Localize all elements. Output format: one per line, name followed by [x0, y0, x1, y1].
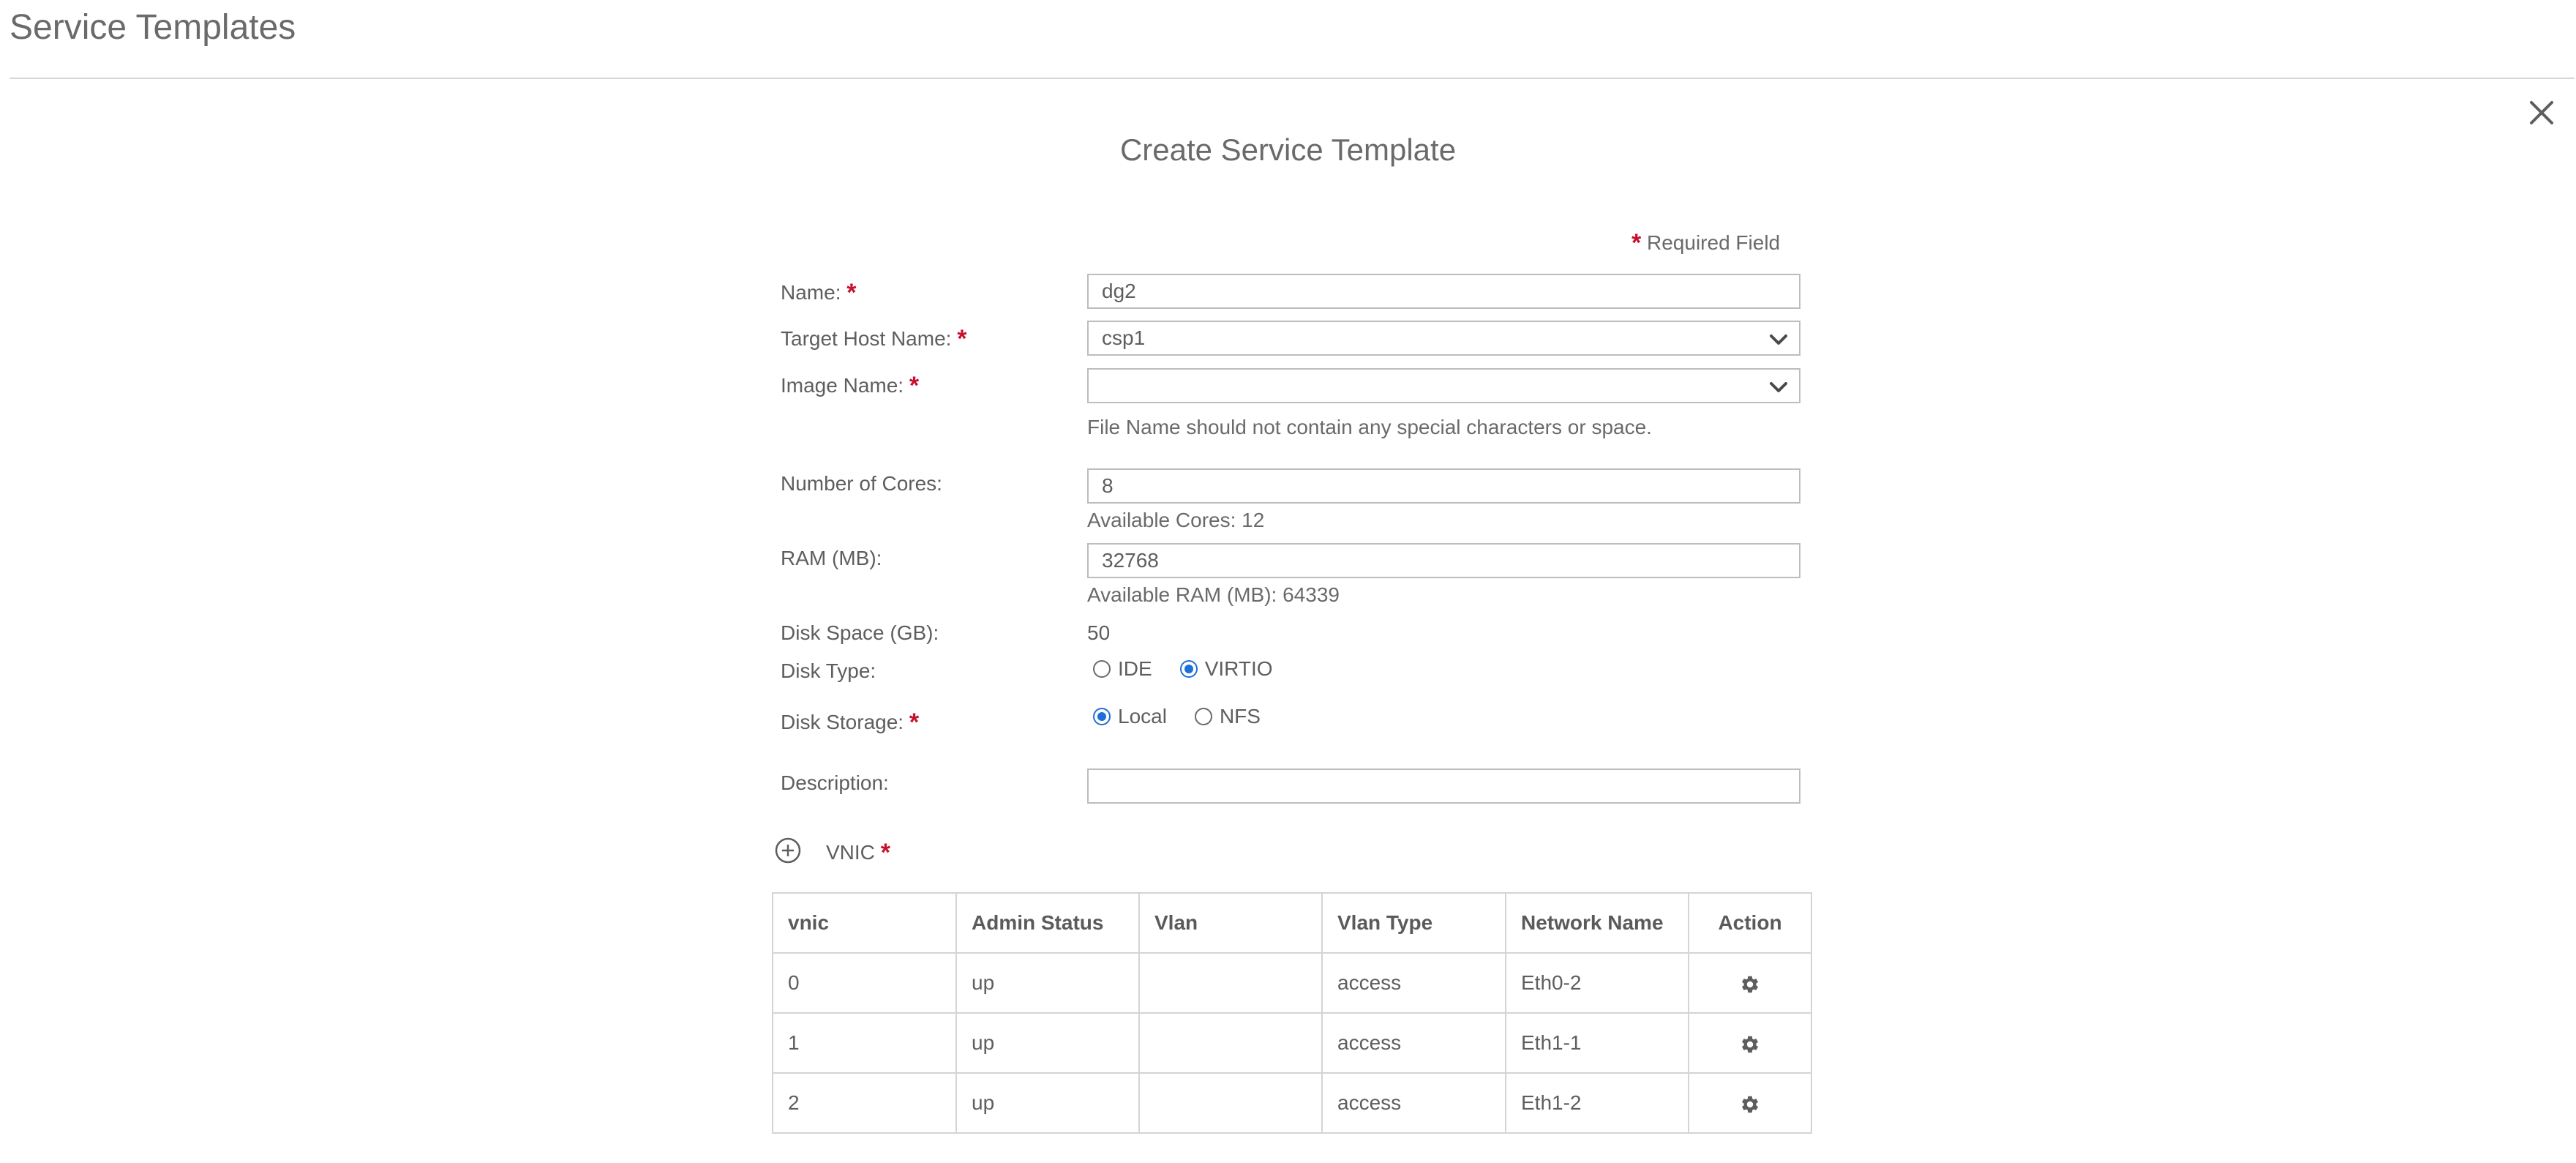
disk-type-label: Disk Type:: [781, 659, 876, 682]
chevron-down-icon: [1770, 382, 1787, 392]
gear-icon[interactable]: [1740, 1034, 1760, 1055]
vnic-table-header: vnic Admin Status Vlan Vlan Type Network…: [772, 892, 1812, 954]
cell-vlan-type: access: [1321, 1012, 1506, 1074]
description-label: Description:: [781, 771, 889, 794]
plus-circle-icon[interactable]: [774, 837, 802, 864]
gear-icon[interactable]: [1740, 1094, 1760, 1115]
col-vlan-type: Vlan Type: [1321, 892, 1506, 954]
vnic-table: vnic Admin Status Vlan Vlan Type Network…: [772, 892, 1812, 1134]
disk-storage-nfs-option[interactable]: NFS: [1194, 705, 1261, 728]
required-star: *: [1631, 229, 1642, 257]
cell-network-name: Eth0-2: [1505, 952, 1689, 1014]
gear-icon[interactable]: [1740, 974, 1760, 995]
cores-input[interactable]: 8: [1087, 468, 1800, 504]
page-title: Service Templates: [10, 8, 296, 47]
description-input[interactable]: [1087, 769, 1800, 804]
disk-space-label: Disk Space (GB):: [781, 621, 939, 644]
cell-action: [1688, 952, 1812, 1014]
disk-storage-nfs-label: NFS: [1219, 705, 1261, 728]
col-vlan: Vlan: [1138, 892, 1323, 954]
cell-network-name: Eth1-1: [1505, 1012, 1689, 1074]
radio-ide[interactable]: [1093, 660, 1111, 678]
cell-admin-status: up: [955, 952, 1140, 1014]
image-name-hint: File Name should not contain any special…: [1087, 416, 1652, 438]
disk-space-value: 50: [1087, 621, 1111, 644]
col-action: Action: [1688, 892, 1812, 954]
image-name-select[interactable]: [1087, 368, 1800, 403]
col-admin-status: Admin Status: [955, 892, 1140, 954]
target-host-select[interactable]: csp1: [1087, 321, 1800, 356]
cell-vnic: 2: [772, 1072, 957, 1134]
cell-vlan-type: access: [1321, 952, 1506, 1014]
ram-input[interactable]: 32768: [1087, 543, 1800, 578]
disk-storage-label: Disk Storage: *: [781, 708, 920, 736]
target-host-value: csp1: [1102, 326, 1146, 349]
table-row: 0 up access Eth0-2: [772, 952, 1812, 1014]
available-ram: Available RAM (MB): 64339: [1087, 583, 1340, 606]
disk-type-radio-group: IDE VIRTIO: [1093, 659, 1292, 679]
cell-action: [1688, 1072, 1812, 1134]
required-field-note: * Required Field: [1631, 231, 1780, 255]
available-cores: Available Cores: 12: [1087, 509, 1265, 531]
disk-storage-radio-group: Local NFS: [1093, 706, 1280, 727]
cell-vlan-type: access: [1321, 1072, 1506, 1134]
disk-type-ide-option[interactable]: IDE: [1093, 659, 1152, 679]
chevron-down-icon: [1770, 334, 1787, 345]
radio-nfs[interactable]: [1194, 708, 1212, 725]
cell-network-name: Eth1-2: [1505, 1072, 1689, 1134]
required-field-text: Required Field: [1647, 231, 1781, 254]
cell-vlan: [1138, 1072, 1323, 1134]
cell-vlan: [1138, 1012, 1323, 1074]
cell-action: [1688, 1012, 1812, 1074]
cell-admin-status: up: [955, 1012, 1140, 1074]
disk-type-virtio-label: VIRTIO: [1204, 657, 1273, 680]
cell-vlan: [1138, 952, 1323, 1014]
cell-vnic: 0: [772, 952, 957, 1014]
dialog-title: Create Service Template: [1119, 132, 1457, 167]
cores-label: Number of Cores:: [781, 472, 942, 495]
name-label: Name: *: [781, 279, 857, 307]
cell-admin-status: up: [955, 1072, 1140, 1134]
vnic-label: VNIC *: [826, 839, 890, 867]
table-row: 1 up access Eth1-1: [772, 1012, 1812, 1074]
ram-label: RAM (MB):: [781, 547, 882, 569]
name-input[interactable]: dg2: [1087, 274, 1800, 309]
cell-vnic: 1: [772, 1012, 957, 1074]
radio-local[interactable]: [1093, 708, 1111, 725]
close-icon[interactable]: [2526, 97, 2558, 129]
disk-storage-local-option[interactable]: Local: [1093, 706, 1167, 727]
disk-type-virtio-option[interactable]: VIRTIO: [1179, 657, 1273, 680]
col-network-name: Network Name: [1505, 892, 1689, 954]
target-host-label: Target Host Name: *: [781, 325, 967, 353]
image-name-label: Image Name: *: [781, 372, 920, 400]
title-divider: [10, 78, 2575, 79]
disk-type-ide-label: IDE: [1118, 657, 1152, 680]
radio-virtio[interactable]: [1179, 660, 1198, 678]
disk-storage-local-label: Local: [1118, 705, 1167, 728]
table-row: 2 up access Eth1-2: [772, 1072, 1812, 1134]
col-vnic: vnic: [772, 892, 957, 954]
